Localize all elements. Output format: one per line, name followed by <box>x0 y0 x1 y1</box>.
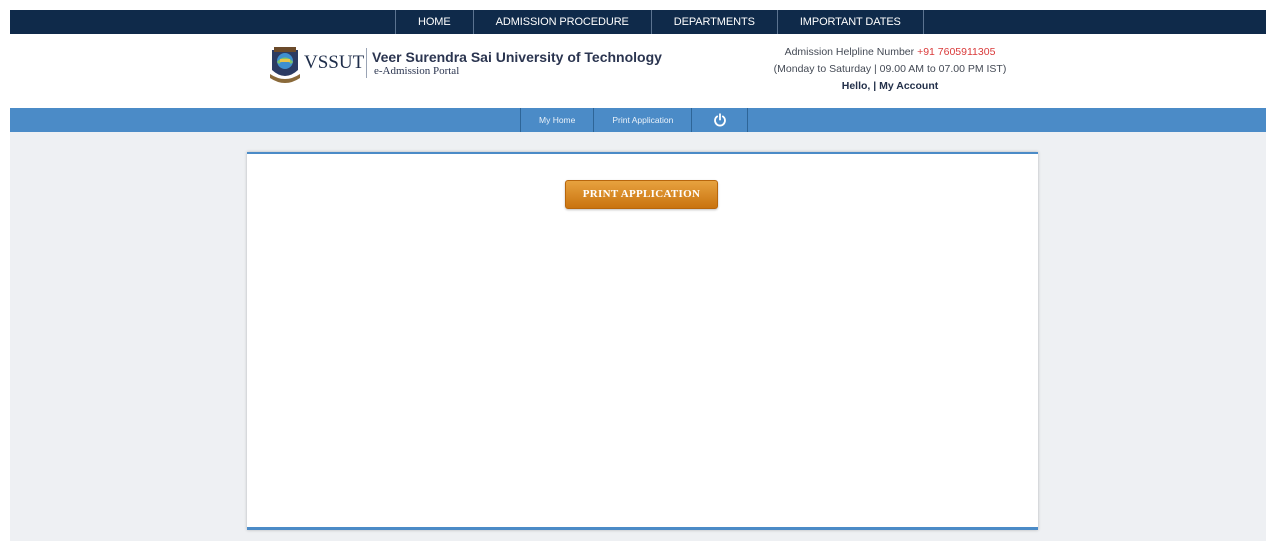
nav-departments[interactable]: DEPARTMENTS <box>652 10 778 34</box>
nav-admission-procedure[interactable]: ADMISSION PROCEDURE <box>474 10 652 34</box>
site-header: VSSUT Veer Surendra Sai University of Te… <box>10 34 1266 108</box>
top-navigation: HOME ADMISSION PROCEDURE DEPARTMENTS IMP… <box>10 10 1266 34</box>
top-menu: HOME ADMISSION PROCEDURE DEPARTMENTS IMP… <box>395 10 924 34</box>
helpline-info: Admission Helpline Number +91 7605911305… <box>750 44 1030 95</box>
my-account-link[interactable]: My Account <box>879 80 938 92</box>
nav-my-home[interactable]: My Home <box>521 108 595 132</box>
print-application-button[interactable]: PRINT APPLICATION <box>565 180 718 209</box>
helpline-line: Admission Helpline Number +91 7605911305 <box>750 44 1030 61</box>
main-content-panel: PRINT APPLICATION <box>247 152 1038 530</box>
nav-important-dates[interactable]: IMPORTANT DATES <box>778 10 924 34</box>
nav-home[interactable]: HOME <box>396 10 474 34</box>
page-frame: HOME ADMISSION PROCEDURE DEPARTMENTS IMP… <box>10 10 1266 541</box>
university-logo-icon[interactable] <box>268 44 302 84</box>
helpline-number: +91 7605911305 <box>917 46 996 58</box>
helpline-label: Admission Helpline Number <box>784 46 918 58</box>
greeting-text: Hello, | <box>841 80 880 92</box>
university-name: Veer Surendra Sai University of Technolo… <box>372 49 662 65</box>
logout-button[interactable] <box>692 108 749 132</box>
portal-subtitle: e-Admission Portal <box>374 65 460 77</box>
user-menu: My Home Print Application <box>520 108 749 132</box>
user-greeting-line: Hello, | My Account <box>750 78 1030 95</box>
nav-print-application[interactable]: Print Application <box>594 108 693 132</box>
helpline-hours: (Monday to Saturday | 09.00 AM to 07.00 … <box>773 63 1007 75</box>
brand-abbreviation: VSSUT <box>304 52 365 73</box>
power-icon <box>713 113 726 127</box>
user-navigation: My Home Print Application <box>10 108 1266 132</box>
brand-divider <box>366 48 367 78</box>
